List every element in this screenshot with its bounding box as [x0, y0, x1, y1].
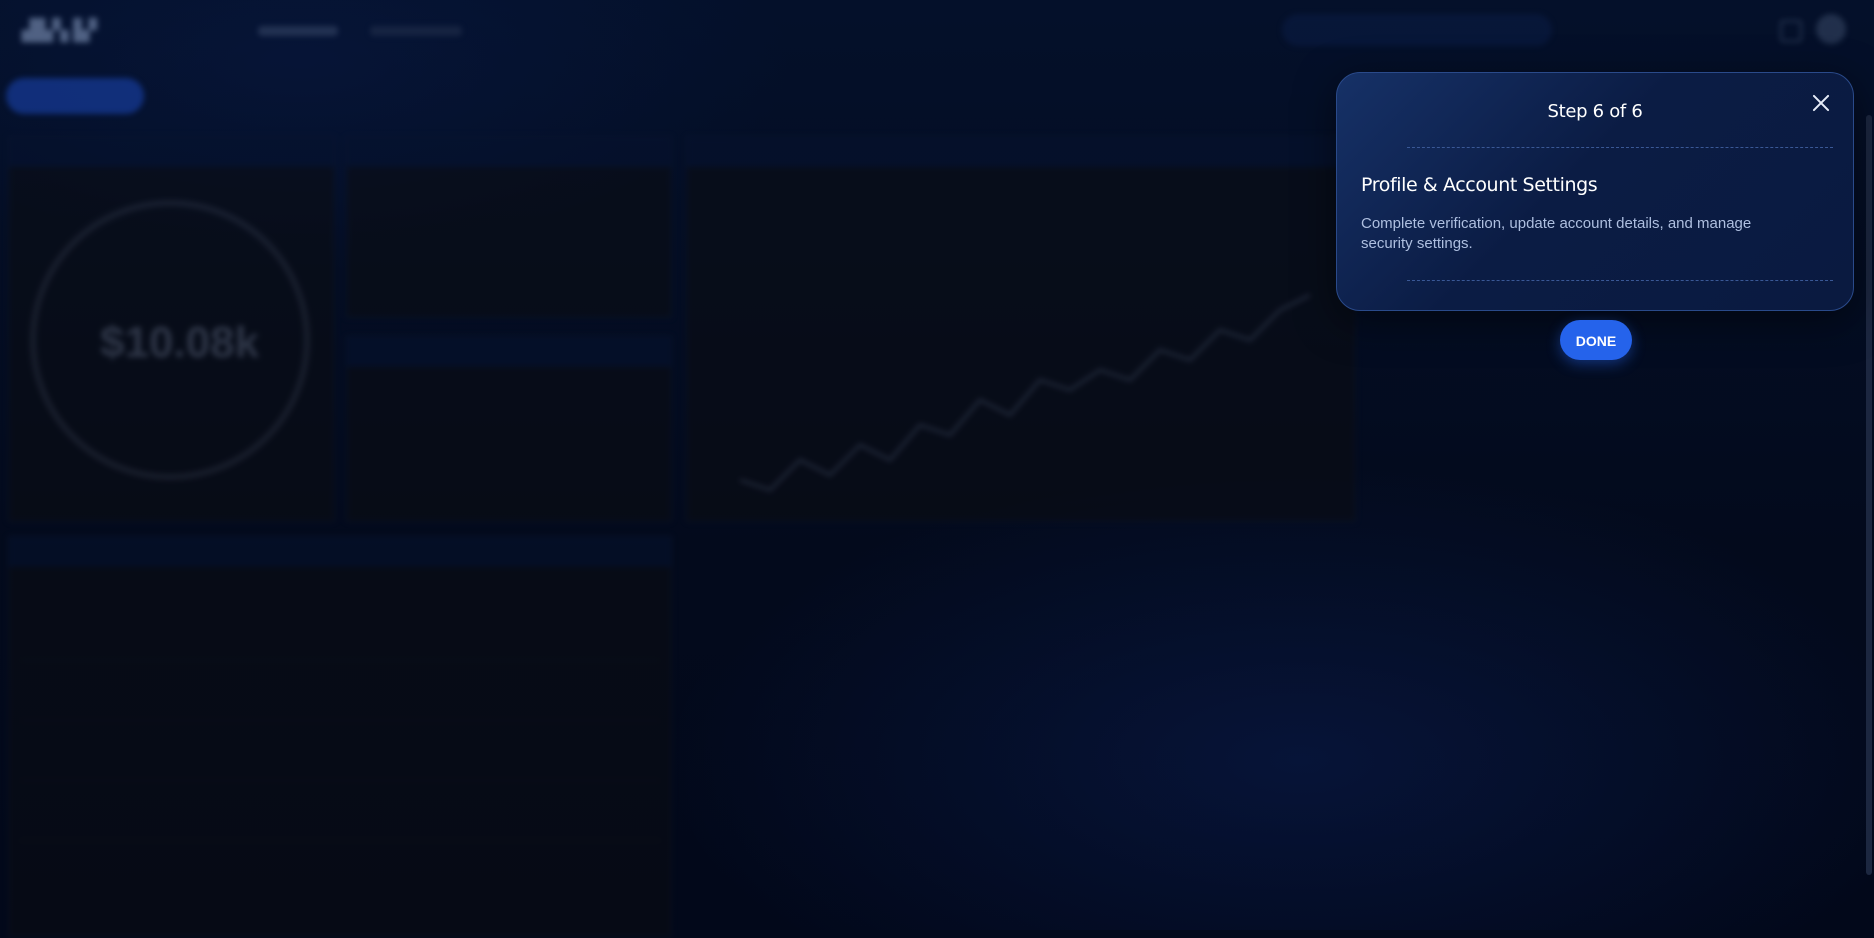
panel-header — [347, 337, 671, 367]
table-divider — [20, 840, 660, 841]
tour-popover: Step 6 of 6 Profile & Account Settings C… — [1336, 72, 1854, 311]
tour-heading: Profile & Account Settings — [1361, 174, 1598, 196]
top-bar: ▟▙▚ ▙▘ — [0, 0, 1874, 62]
popover-divider — [1407, 280, 1833, 281]
mode-toggle — [6, 78, 144, 114]
panel-summary — [346, 136, 672, 318]
table-divider — [20, 780, 660, 781]
brand-logo: ▟▙▚ ▙▘ — [22, 20, 105, 42]
performance-line — [739, 293, 1311, 492]
close-icon[interactable] — [1807, 89, 1835, 117]
tour-step-label: Step 6 of 6 — [1547, 101, 1643, 122]
nav-item-dashboard — [258, 26, 338, 36]
popover-divider — [1407, 147, 1833, 148]
account-selector — [1282, 14, 1552, 46]
grid-icon — [1780, 20, 1802, 42]
panel-header — [9, 137, 334, 167]
panel-header — [347, 137, 671, 167]
balance-value: $10.08k — [100, 318, 260, 367]
tour-description: Complete verification, update account de… — [1361, 215, 1752, 252]
panel-header — [687, 137, 1355, 167]
page-scrollbar[interactable] — [1866, 115, 1872, 875]
avatar — [1816, 14, 1846, 44]
nav-item-secondary — [370, 26, 462, 36]
done-button[interactable]: DONE — [1560, 320, 1632, 360]
panel-body — [9, 567, 671, 937]
panel-body — [347, 167, 671, 317]
table-divider — [20, 720, 660, 721]
panel-table — [8, 536, 672, 938]
panel-header — [9, 537, 671, 567]
panel-body — [347, 367, 671, 521]
table-divider — [20, 660, 660, 661]
panel-positions — [346, 336, 672, 522]
